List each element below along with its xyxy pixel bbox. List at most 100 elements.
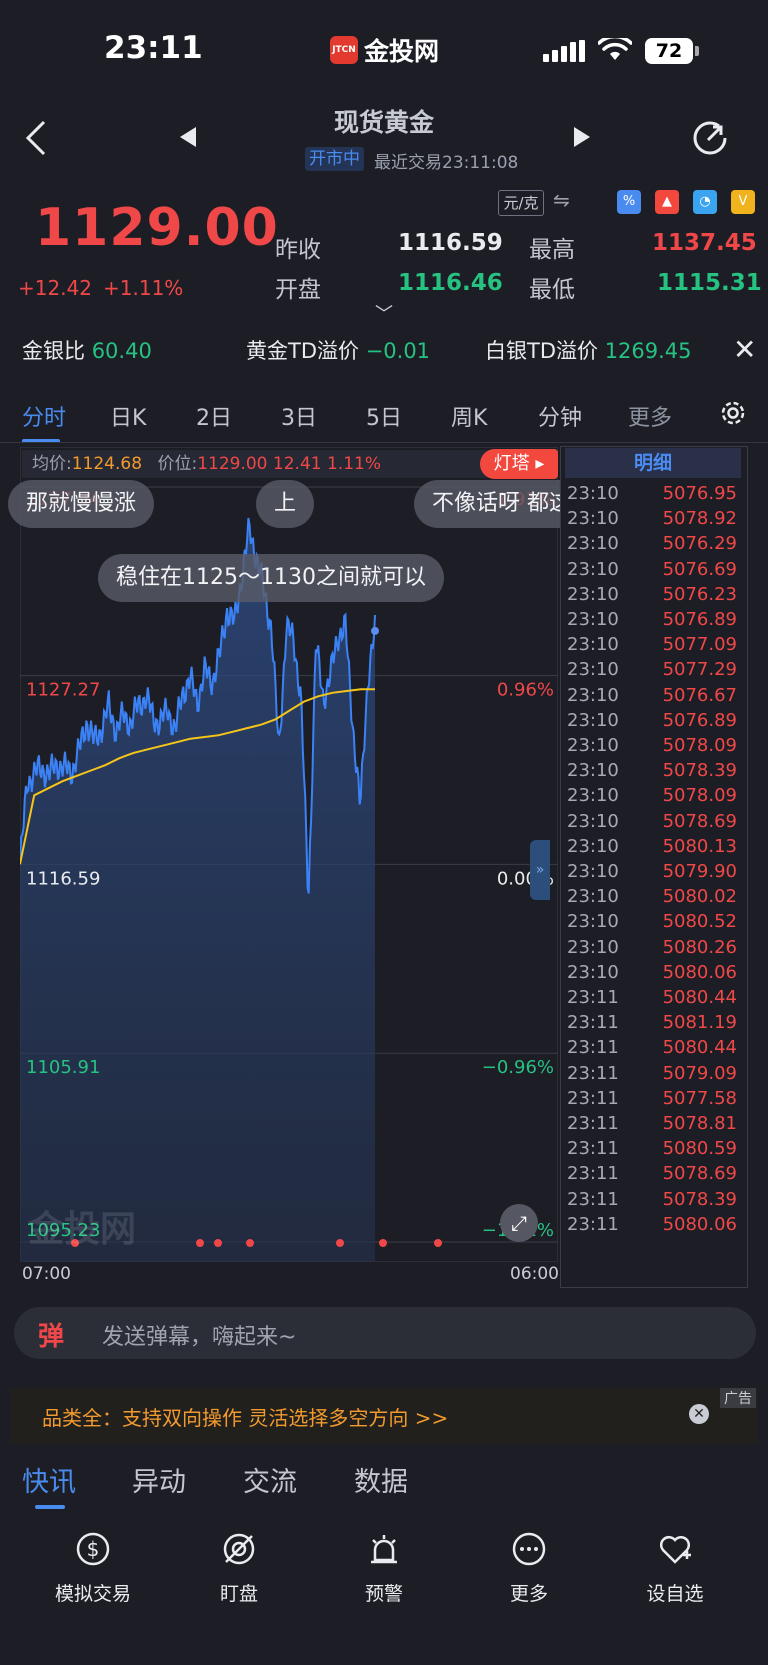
lighthouse-tool-icon[interactable]: ▲ bbox=[655, 190, 679, 214]
detail-price: 5078.69 bbox=[662, 810, 737, 832]
sim-trade-label: 模拟交易 bbox=[54, 1583, 131, 1605]
refresh-icon[interactable] bbox=[690, 118, 730, 158]
tab-2day[interactable]: 2日 bbox=[196, 400, 232, 432]
tab-flash-news[interactable]: 快讯 bbox=[22, 1460, 76, 1499]
ad-close-icon[interactable]: ✕ bbox=[689, 1404, 709, 1424]
tab-intraday[interactable]: 分时 bbox=[22, 400, 66, 432]
detail-time: 23:10 bbox=[567, 911, 619, 933]
gold-td-value: −0.01 bbox=[365, 339, 431, 363]
detail-row: 23:10 5080.02 bbox=[561, 884, 747, 911]
detail-price: 5076.67 bbox=[662, 684, 737, 706]
detail-price: 5080.44 bbox=[662, 987, 737, 1008]
detail-row: 23:10 5080.26 bbox=[561, 935, 747, 962]
detail-time: 23:10 bbox=[567, 785, 619, 807]
fullscreen-icon[interactable]: ⤢ bbox=[500, 1204, 538, 1242]
tab-3day[interactable]: 3日 bbox=[281, 400, 317, 432]
tab-more[interactable]: 更多 bbox=[628, 400, 672, 432]
pie-tool-icon[interactable]: ◔ bbox=[693, 190, 717, 214]
event-marker[interactable] bbox=[379, 1239, 387, 1247]
detail-row: 23:11 5080.59 bbox=[561, 1136, 747, 1163]
trade-detail-panel[interactable]: 23:10 5076.95 23:10 5078.92 23:10 5076.29 23:1… bbox=[560, 446, 748, 1288]
battery-cap bbox=[695, 46, 699, 56]
event-marker[interactable] bbox=[214, 1239, 222, 1247]
detail-price: 5076.23 bbox=[662, 583, 737, 605]
tab-weekly-k[interactable]: 周K bbox=[451, 400, 487, 432]
detail-row: 23:11 5078.39 bbox=[561, 1187, 747, 1214]
percent-tool-icon[interactable]: % bbox=[617, 190, 641, 214]
detail-price: 5078.09 bbox=[662, 735, 737, 756]
detail-price: 5080.06 bbox=[662, 961, 737, 983]
wifi-icon bbox=[598, 38, 632, 60]
panel-toggle-handle[interactable]: » bbox=[530, 840, 550, 900]
danmu-bubble: 那就慢慢涨 bbox=[8, 480, 155, 528]
event-marker[interactable] bbox=[246, 1239, 254, 1247]
more-button[interactable]: 更多 bbox=[474, 1530, 584, 1606]
watch-button[interactable]: 盯盘 bbox=[184, 1530, 294, 1606]
swap-icon[interactable]: ⇋ bbox=[553, 188, 570, 212]
lighthouse-button[interactable]: 灯塔 ▸ bbox=[480, 449, 558, 479]
event-marker[interactable] bbox=[336, 1239, 344, 1247]
detail-time: 23:10 bbox=[567, 936, 619, 958]
brand: JTCN 金投网 bbox=[330, 32, 439, 68]
detail-time: 23:11 bbox=[567, 1012, 619, 1034]
detail-row: 23:11 5080.44 bbox=[561, 985, 747, 1012]
gold-td-premium: 黄金TD溢价 −0.01 bbox=[246, 335, 430, 365]
brand-name: 金投网 bbox=[364, 37, 440, 66]
event-marker[interactable] bbox=[196, 1239, 204, 1247]
gear-icon[interactable] bbox=[718, 398, 748, 428]
detail-price: 5077.29 bbox=[662, 659, 737, 681]
pct-tick-label: 0.96% bbox=[497, 680, 554, 701]
detail-time: 23:11 bbox=[567, 1213, 619, 1235]
ad-text[interactable]: 品类全：支持双向操作 灵活选择多空方向 >> bbox=[42, 1402, 448, 1431]
add-watchlist-button[interactable]: 设自选 bbox=[620, 1530, 730, 1606]
detail-price: 5080.02 bbox=[662, 886, 737, 908]
tab-daily-k[interactable]: 日K bbox=[110, 400, 146, 432]
svg-text:$: $ bbox=[87, 1537, 100, 1561]
tab-minute[interactable]: 分钟 bbox=[538, 400, 582, 432]
event-marker[interactable] bbox=[434, 1239, 442, 1247]
detail-row: 23:10 5077.09 bbox=[561, 632, 747, 659]
alert-button[interactable]: 预警 bbox=[329, 1530, 439, 1606]
danmu-bubble: 稳住在1125～1130之间就可以 bbox=[98, 554, 444, 602]
high-label: 最高 bbox=[529, 237, 575, 263]
detail-price: 5080.59 bbox=[662, 1138, 737, 1160]
signal-icon bbox=[543, 40, 585, 62]
sim-trade-button[interactable]: $ 模拟交易 bbox=[38, 1530, 148, 1606]
chevron-down-icon[interactable]: ﹀ bbox=[375, 300, 393, 326]
detail-time: 23:10 bbox=[567, 735, 619, 756]
tab-discussion[interactable]: 交流 bbox=[243, 1460, 297, 1499]
detail-time: 23:11 bbox=[567, 1163, 619, 1185]
unit-toggle-button[interactable]: 元/克 bbox=[498, 190, 544, 216]
danmu-placeholder: 发送弹幕，嗨起来~ bbox=[102, 1325, 297, 1350]
detail-time: 23:10 bbox=[567, 709, 619, 731]
detail-price: 5078.81 bbox=[662, 1113, 737, 1134]
open-label: 开盘 bbox=[275, 277, 321, 303]
detail-row: 23:10 5080.13 bbox=[561, 834, 747, 861]
x-label-end: 06:00 bbox=[510, 1264, 559, 1284]
detail-header[interactable]: 明细 bbox=[565, 448, 741, 478]
detail-row: 23:10 5076.89 bbox=[561, 708, 747, 735]
add-watchlist-label: 设自选 bbox=[646, 1583, 704, 1605]
news-tab-underline bbox=[35, 1505, 65, 1509]
price-change: +12.42 bbox=[18, 276, 93, 300]
avg-value: 1124.68 bbox=[71, 454, 143, 474]
silver-td-premium: 白银TD溢价 1269.45 bbox=[485, 335, 692, 365]
detail-row: 23:11 5078.81 bbox=[561, 1111, 747, 1138]
tab-5day[interactable]: 5日 bbox=[366, 400, 402, 432]
tab-movement[interactable]: 异动 bbox=[132, 1460, 186, 1499]
high-value: 1137.45 bbox=[652, 230, 757, 256]
close-icon[interactable]: ✕ bbox=[733, 333, 756, 366]
chart-stat-bar: 均价:1124.68 价位:1129.00 12.41 1.11% bbox=[22, 450, 550, 478]
market-status-badge: 开市中 bbox=[305, 147, 364, 171]
ratio-label: 金银比 bbox=[22, 339, 85, 363]
detail-price: 5079.09 bbox=[662, 1062, 737, 1084]
detail-row: 23:10 5078.92 bbox=[561, 506, 747, 533]
vip-tool-icon[interactable]: V bbox=[731, 190, 755, 214]
next-instrument-button[interactable] bbox=[572, 125, 592, 149]
dollar-icon: $ bbox=[76, 1532, 110, 1566]
more-label: 更多 bbox=[509, 1583, 548, 1605]
detail-row: 23:11 5080.44 bbox=[561, 1035, 747, 1062]
detail-row: 23:10 5076.89 bbox=[561, 607, 747, 634]
tab-data[interactable]: 数据 bbox=[354, 1460, 408, 1499]
detail-row: 23:10 5076.95 bbox=[561, 481, 747, 508]
